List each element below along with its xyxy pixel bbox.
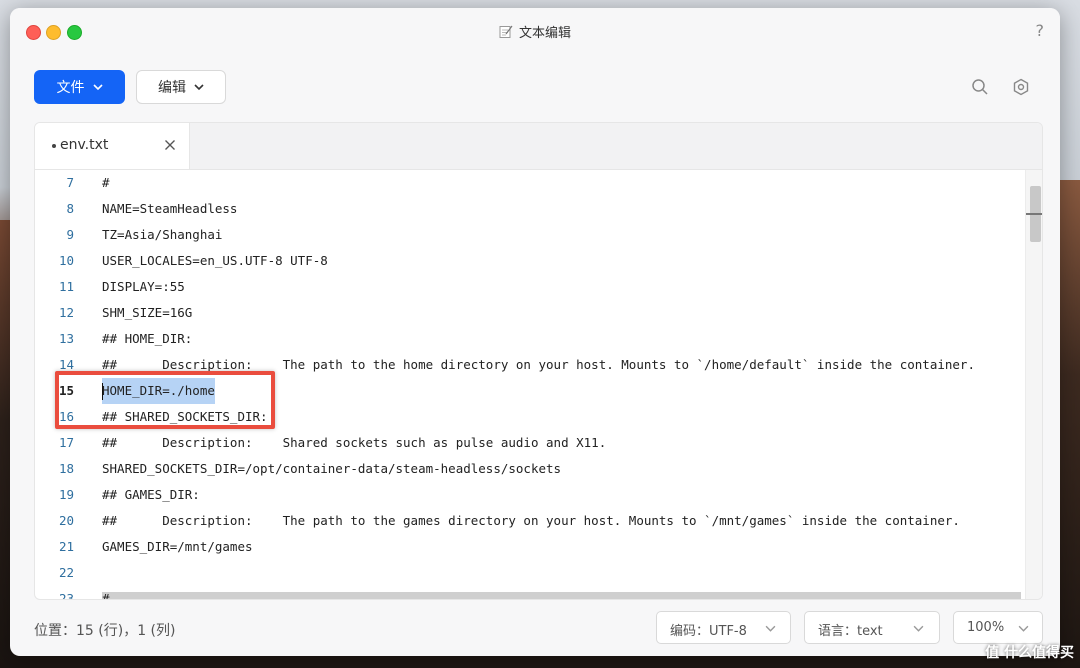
line-number: 8 [66, 201, 74, 216]
line-text: # [102, 175, 110, 190]
line-text: ## HOME_DIR: [102, 331, 193, 346]
line-text: DISPLAY=:55 [102, 279, 185, 294]
gear-icon[interactable] [1012, 78, 1030, 96]
code-line: 18 SHARED_SOCKETS_DIR=/opt/container-dat… [35, 456, 1025, 482]
code-line: 17 ## Description: Shared sockets such a… [35, 430, 1025, 456]
chevron-down-icon [194, 84, 204, 91]
code-line: 21 GAMES_DIR=/mnt/games [35, 534, 1025, 560]
line-number: 20 [58, 513, 74, 528]
line-text: ## Description: Shared sockets such as p… [102, 435, 607, 450]
vertical-scrollbar[interactable] [1025, 170, 1042, 599]
unsaved-dot-icon [52, 144, 56, 148]
line-number: 23 [58, 591, 74, 600]
line-text: # [102, 591, 110, 600]
code-line: 13 ## HOME_DIR: [35, 326, 1025, 352]
line-number: 9 [66, 227, 74, 242]
code-line: 10 USER_LOCALES=en_US.UTF-8 UTF-8 [35, 248, 1025, 274]
chevron-down-icon [92, 84, 103, 91]
editor-panel: env.txt 7 # 8 NAME=SteamHeadless 9 TZ=As… [34, 122, 1043, 600]
window-title: 文本编辑 [10, 22, 1060, 41]
line-text: TZ=Asia/Shanghai [102, 227, 223, 242]
code-line: 9 TZ=Asia/Shanghai [35, 222, 1025, 248]
code-line: 23 # [35, 586, 1025, 600]
toolbar: 文件 编辑 [10, 54, 1060, 118]
search-icon[interactable] [971, 78, 989, 96]
line-text: ## GAMES_DIR: [102, 487, 200, 502]
line-number: 7 [66, 175, 74, 190]
file-menu-label: 文件 [56, 80, 85, 96]
encoding-label: 编码：UTF-8 [670, 624, 747, 639]
title-bar: 文本编辑 ? [10, 8, 1060, 54]
line-number: 12 [58, 305, 74, 320]
line-text: SHARED_SOCKETS_DIR=/opt/container-data/s… [102, 461, 562, 476]
text-editor-icon [499, 25, 513, 38]
tab-label: env.txt [60, 137, 109, 153]
line-number: 13 [58, 331, 74, 346]
file-menu-button[interactable]: 文件 [34, 70, 125, 104]
code-line: 20 ## Description: The path to the games… [35, 508, 1025, 534]
zoom-label: 100% [967, 620, 1005, 635]
zoom-select[interactable]: 100% [953, 611, 1043, 644]
line-number: 21 [58, 539, 74, 554]
code-line: 22 [35, 560, 1025, 586]
code-line: 12 SHM_SIZE=16G [35, 300, 1025, 326]
line-number: 10 [58, 253, 74, 268]
language-label: 语言：text [818, 624, 883, 639]
line-highlight-bar [102, 592, 1021, 599]
edit-menu-label: 编辑 [158, 80, 186, 96]
code-line: 8 NAME=SteamHeadless [35, 196, 1025, 222]
code-line: 7 # [35, 170, 1025, 196]
line-text: ## Description: The path to the games di… [102, 513, 960, 528]
line-number: 22 [58, 565, 74, 580]
code-line: 11 DISPLAY=:55 [35, 274, 1025, 300]
line-text: SHM_SIZE=16G [102, 305, 193, 320]
chevron-down-icon [765, 625, 776, 632]
line-number: 18 [58, 461, 74, 476]
help-icon[interactable]: ? [1036, 21, 1045, 40]
chevron-down-icon [1018, 625, 1029, 632]
tab-env-txt[interactable]: env.txt [35, 123, 190, 169]
tab-bar: env.txt [35, 123, 1042, 170]
window-title-text: 文本编辑 [518, 26, 571, 41]
line-text: GAMES_DIR=/mnt/games [102, 539, 253, 554]
line-text: USER_LOCALES=en_US.UTF-8 UTF-8 [102, 253, 328, 268]
watermark: 值 什么值得买 [985, 645, 1074, 661]
encoding-select[interactable]: 编码：UTF-8 [656, 611, 791, 644]
text-editor-window: 文本编辑 ? 文件 编辑 env.txt 7 # 8 NAME=SteamHea… [10, 8, 1060, 656]
close-icon[interactable] [164, 139, 176, 151]
code-line: 19 ## GAMES_DIR: [35, 482, 1025, 508]
scrollbar-marker [1026, 213, 1042, 215]
cursor-position: 位置：15 (行)，1 (列) [34, 623, 176, 639]
language-select[interactable]: 语言：text [804, 611, 940, 644]
line-number: 17 [58, 435, 74, 450]
annotation-highlight-box [55, 371, 275, 429]
chevron-down-icon [913, 625, 924, 632]
line-text: NAME=SteamHeadless [102, 201, 238, 216]
line-number: 11 [58, 279, 74, 294]
line-number: 19 [58, 487, 74, 502]
edit-menu-button[interactable]: 编辑 [136, 70, 226, 104]
status-bar: 位置：15 (行)，1 (列) 编码：UTF-8 语言：text 100% [10, 604, 1060, 656]
